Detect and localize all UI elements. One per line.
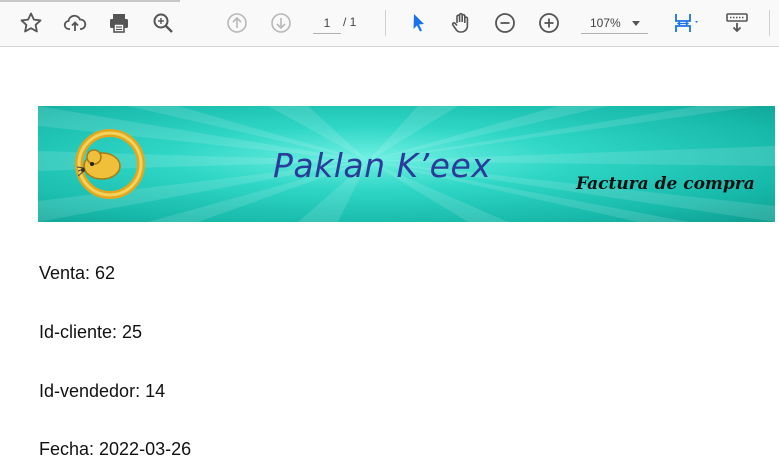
arrow-down-icon[interactable] xyxy=(266,8,296,38)
toolbar-divider xyxy=(385,10,386,36)
bookmark-star-icon[interactable] xyxy=(16,8,46,38)
zoom-in-icon[interactable] xyxy=(534,8,564,38)
field-fecha: Fecha: 2022-03-26 xyxy=(39,439,192,459)
page-total-label: / 1 xyxy=(343,15,357,29)
invoice-banner: Paklan K’eex Factura de compra xyxy=(38,106,775,222)
zoom-select[interactable]: 107% xyxy=(581,12,648,34)
search-icon[interactable] xyxy=(148,8,178,38)
pdf-toolbar: 1 / 1 107% xyxy=(0,0,779,47)
chevron-down-icon xyxy=(632,21,640,26)
mouse-logo-icon xyxy=(75,129,145,199)
zoom-out-icon[interactable] xyxy=(490,8,520,38)
more-tools-icon[interactable] xyxy=(722,8,752,38)
zoom-value: 107% xyxy=(590,16,621,30)
banner-subtitle: Factura de compra xyxy=(576,174,755,194)
printer-icon[interactable] xyxy=(104,8,134,38)
field-venta: Venta: 62 xyxy=(39,263,116,283)
arrow-up-icon[interactable] xyxy=(222,8,252,38)
select-cursor-icon[interactable] xyxy=(403,8,433,38)
field-id-vendedor: Id-vendedor: 14 xyxy=(39,381,166,401)
fit-page-icon[interactable] xyxy=(666,8,706,38)
page-number-input[interactable]: 1 xyxy=(313,12,341,34)
field-id-cliente: Id-cliente: 25 xyxy=(39,322,143,342)
hand-icon[interactable] xyxy=(446,8,476,38)
toolbar-active-indicator xyxy=(0,0,180,2)
banner-title: Paklan K’eex xyxy=(273,146,492,185)
cloud-upload-icon[interactable] xyxy=(60,8,90,38)
toolbar-divider xyxy=(769,10,770,36)
